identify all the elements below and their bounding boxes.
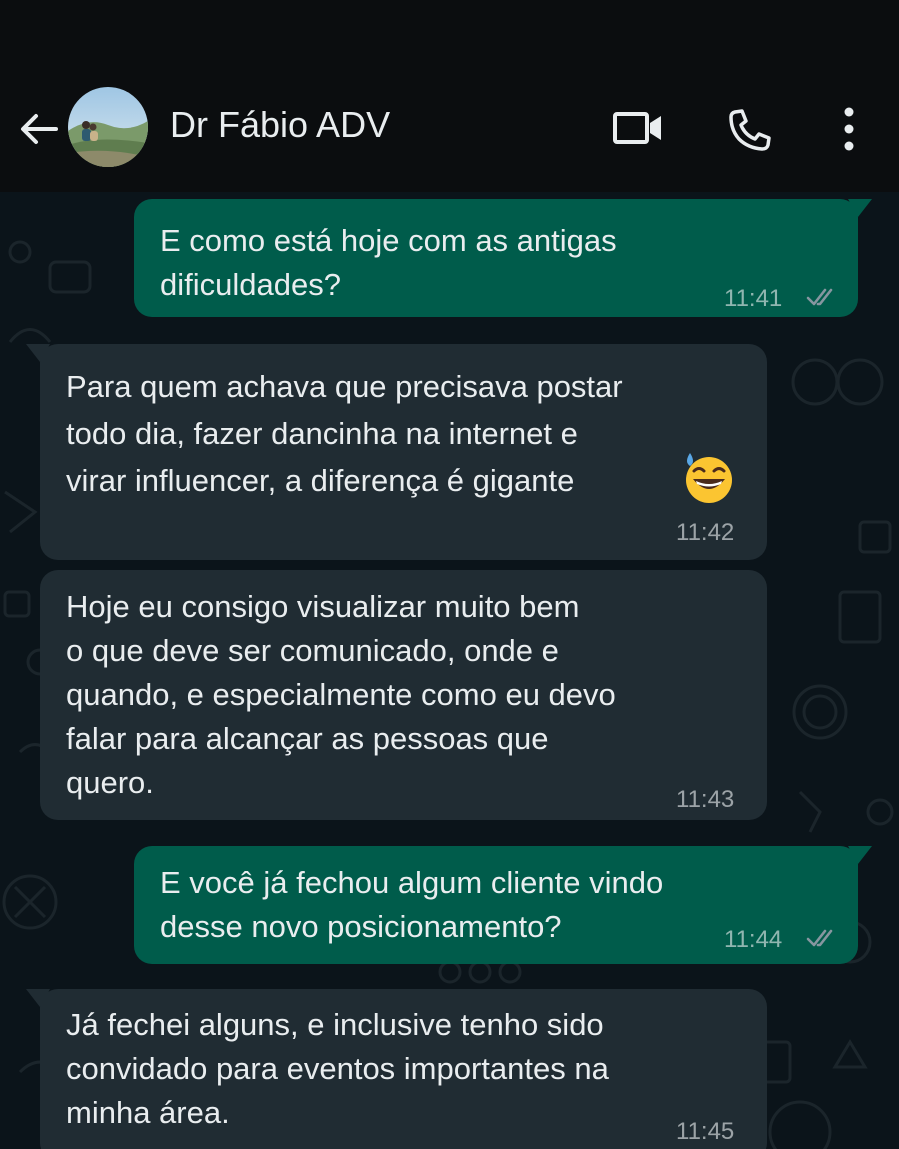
message-outgoing[interactable]: E como está hoje com as antigas dificuld… <box>134 199 872 317</box>
message-text: E como está hoje com as antigas dificuld… <box>160 223 617 302</box>
chat-header: Dr Fábio ADV <box>0 0 899 192</box>
contact-name[interactable]: Dr Fábio ADV <box>170 104 390 146</box>
bubble-tail <box>26 344 50 362</box>
bubble-tail <box>848 846 872 864</box>
bubble-tail <box>26 989 50 1007</box>
conversation-area[interactable]: E como está hoje com as antigas dificuld… <box>0 192 899 1149</box>
message-incoming[interactable]: Já fechei alguns, e inclusive tenho sido… <box>26 989 767 1149</box>
message-time: 11:42 <box>676 519 735 546</box>
phone-icon[interactable] <box>726 106 774 154</box>
bubble-tail <box>848 199 872 217</box>
contact-avatar[interactable] <box>68 87 148 167</box>
message-time: 11:43 <box>676 786 735 813</box>
message-text: Já fechei alguns, e inclusive tenho sido… <box>66 1007 609 1130</box>
message-incoming[interactable]: Para quem achava que precisava postar to… <box>26 344 767 560</box>
message-text: E você já fechou algum cliente vindo des… <box>160 865 664 944</box>
video-call-icon[interactable] <box>612 110 664 146</box>
message-text: Hoje eu consigo visualizar muito bem o q… <box>66 589 616 800</box>
message-outgoing[interactable]: E você já fechou algum cliente vindo des… <box>134 846 872 964</box>
message-incoming[interactable]: Hoje eu consigo visualizar muito bem o q… <box>40 570 767 820</box>
grinning-face-with-sweat-icon <box>686 453 732 503</box>
more-vertical-icon[interactable] <box>834 104 864 154</box>
double-check-icon <box>806 929 833 947</box>
message-time: 11:45 <box>676 1118 735 1145</box>
arrow-left-icon[interactable] <box>16 107 60 151</box>
message-time: 11:41 <box>724 285 783 312</box>
double-check-icon <box>806 288 833 306</box>
message-text: Para quem achava que precisava postar to… <box>66 369 623 498</box>
message-time: 11:44 <box>724 926 783 953</box>
